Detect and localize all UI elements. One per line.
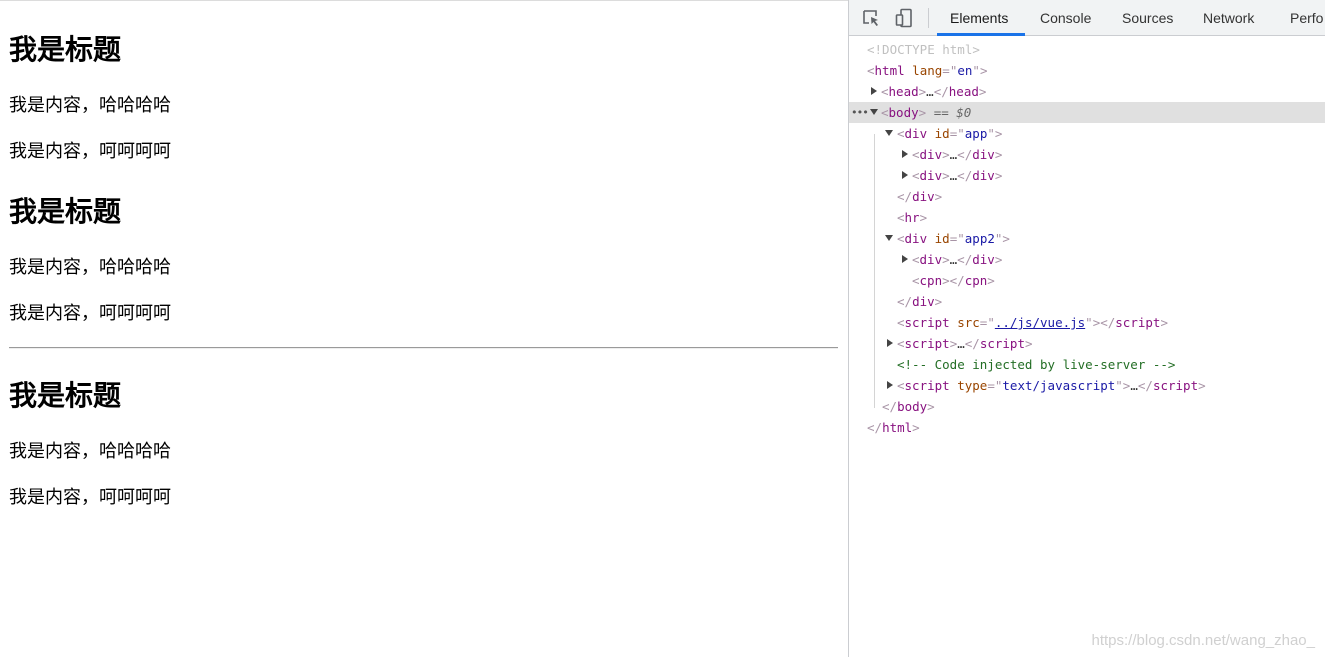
toolbar-separator — [928, 8, 929, 28]
div-close-tag: </div> — [897, 294, 943, 309]
dom-node-doctype[interactable]: <!DOCTYPE html> — [849, 39, 1325, 60]
body-open-tag: <body> == $0 — [881, 105, 972, 120]
dom-node-comment[interactable]: <!-- Code injected by live-server --> — [849, 354, 1325, 375]
div-tag: <div>…</div> — [912, 147, 1003, 162]
dom-node-body[interactable]: ••• <body> == $0 — [849, 102, 1325, 123]
script-src-tag: <script src="../js/vue.js"></script> — [897, 315, 1168, 330]
tab-elements[interactable]: Elements — [950, 0, 1008, 36]
expand-arrow-icon[interactable] — [902, 171, 908, 179]
html-open-tag: <html lang="en"> — [867, 63, 988, 78]
page-paragraph: 我是内容，呵呵呵呵 — [9, 141, 171, 162]
page-paragraph: 我是内容，哈哈哈哈 — [9, 257, 171, 278]
dom-node-html[interactable]: <html lang="en"> — [849, 60, 1325, 81]
div-close-tag: </div> — [897, 189, 943, 204]
page-preview: 我是标题 我是内容，哈哈哈哈 我是内容，呵呵呵呵 我是标题 我是内容，哈哈哈哈 … — [0, 0, 848, 657]
dom-node-close-div[interactable]: </div> — [849, 186, 1325, 207]
expand-arrow-icon[interactable] — [887, 339, 893, 347]
dom-node-hr[interactable]: <hr> — [849, 207, 1325, 228]
hr-tag: <hr> — [897, 210, 928, 225]
page-heading: 我是标题 — [9, 33, 122, 66]
collapse-arrow-icon[interactable] — [885, 130, 893, 136]
inspect-element-icon[interactable] — [861, 8, 881, 28]
dom-node-script-src[interactable]: <script src="../js/vue.js"></script> — [849, 312, 1325, 333]
dom-node-script[interactable]: <script>…</script> — [849, 333, 1325, 354]
tab-network[interactable]: Network — [1203, 0, 1254, 36]
horizontal-rule — [9, 347, 838, 349]
page-paragraph: 我是内容，哈哈哈哈 — [9, 95, 171, 116]
collapse-arrow-icon[interactable] — [870, 109, 878, 115]
div-tag: <div>…</div> — [912, 252, 1003, 267]
page-paragraph: 我是内容，哈哈哈哈 — [9, 441, 171, 462]
expand-arrow-icon[interactable] — [871, 87, 877, 95]
collapse-arrow-icon[interactable] — [885, 235, 893, 241]
cpn-tag: <cpn></cpn> — [912, 273, 995, 288]
dom-node-close-body[interactable]: </body> — [849, 396, 1325, 417]
div-app-open-tag: <div id="app"> — [897, 126, 1003, 141]
device-toolbar-icon[interactable] — [894, 8, 914, 28]
expand-arrow-icon[interactable] — [887, 381, 893, 389]
tab-sources[interactable]: Sources — [1122, 0, 1173, 36]
dom-tree: <!DOCTYPE html> <html lang="en"> <head>…… — [849, 36, 1325, 657]
dom-node-div[interactable]: <div>…</div> — [849, 249, 1325, 270]
doctype-text: <!DOCTYPE html> — [867, 42, 980, 57]
watermark-text: https://blog.csdn.net/wang_zhao_ — [1091, 632, 1316, 649]
dom-node-div-app2[interactable]: <div id="app2"> — [849, 228, 1325, 249]
dom-node-script-type[interactable]: <script type="text/javascript">…</script… — [849, 375, 1325, 396]
page-paragraph: 我是内容，呵呵呵呵 — [9, 303, 171, 324]
body-close-tag: </body> — [882, 399, 935, 414]
more-options-icon[interactable]: ••• — [851, 102, 869, 123]
devtools-panel: Elements Console Sources Network Perfo <… — [848, 0, 1325, 657]
dom-node-div[interactable]: <div>…</div> — [849, 144, 1325, 165]
dom-node-close-div[interactable]: </div> — [849, 291, 1325, 312]
head-tag: <head>…</head> — [881, 84, 987, 99]
dom-node-div[interactable]: <div>…</div> — [849, 165, 1325, 186]
devtools-toolbar: Elements Console Sources Network Perfo — [849, 0, 1325, 36]
tab-performance[interactable]: Perfo — [1290, 0, 1323, 36]
expand-arrow-icon[interactable] — [902, 255, 908, 263]
dom-node-div-app[interactable]: <div id="app"> — [849, 123, 1325, 144]
page-heading: 我是标题 — [9, 195, 122, 228]
html-close-tag: </html> — [867, 420, 920, 435]
page-paragraph: 我是内容，呵呵呵呵 — [9, 487, 171, 508]
script-tag: <script>…</script> — [897, 336, 1033, 351]
page-heading: 我是标题 — [9, 379, 122, 412]
div-app2-open-tag: <div id="app2"> — [897, 231, 1010, 246]
div-tag: <div>…</div> — [912, 168, 1003, 183]
live-server-comment: <!-- Code injected by live-server --> — [897, 357, 1176, 372]
script-type-tag: <script type="text/javascript">…</script… — [897, 378, 1206, 393]
expand-arrow-icon[interactable] — [902, 150, 908, 158]
tab-console[interactable]: Console — [1040, 0, 1091, 36]
dom-node-cpn[interactable]: <cpn></cpn> — [849, 270, 1325, 291]
script-src-link[interactable]: ../js/vue.js — [995, 315, 1085, 330]
dom-node-head[interactable]: <head>…</head> — [849, 81, 1325, 102]
dom-node-close-html[interactable]: </html> — [849, 417, 1325, 438]
